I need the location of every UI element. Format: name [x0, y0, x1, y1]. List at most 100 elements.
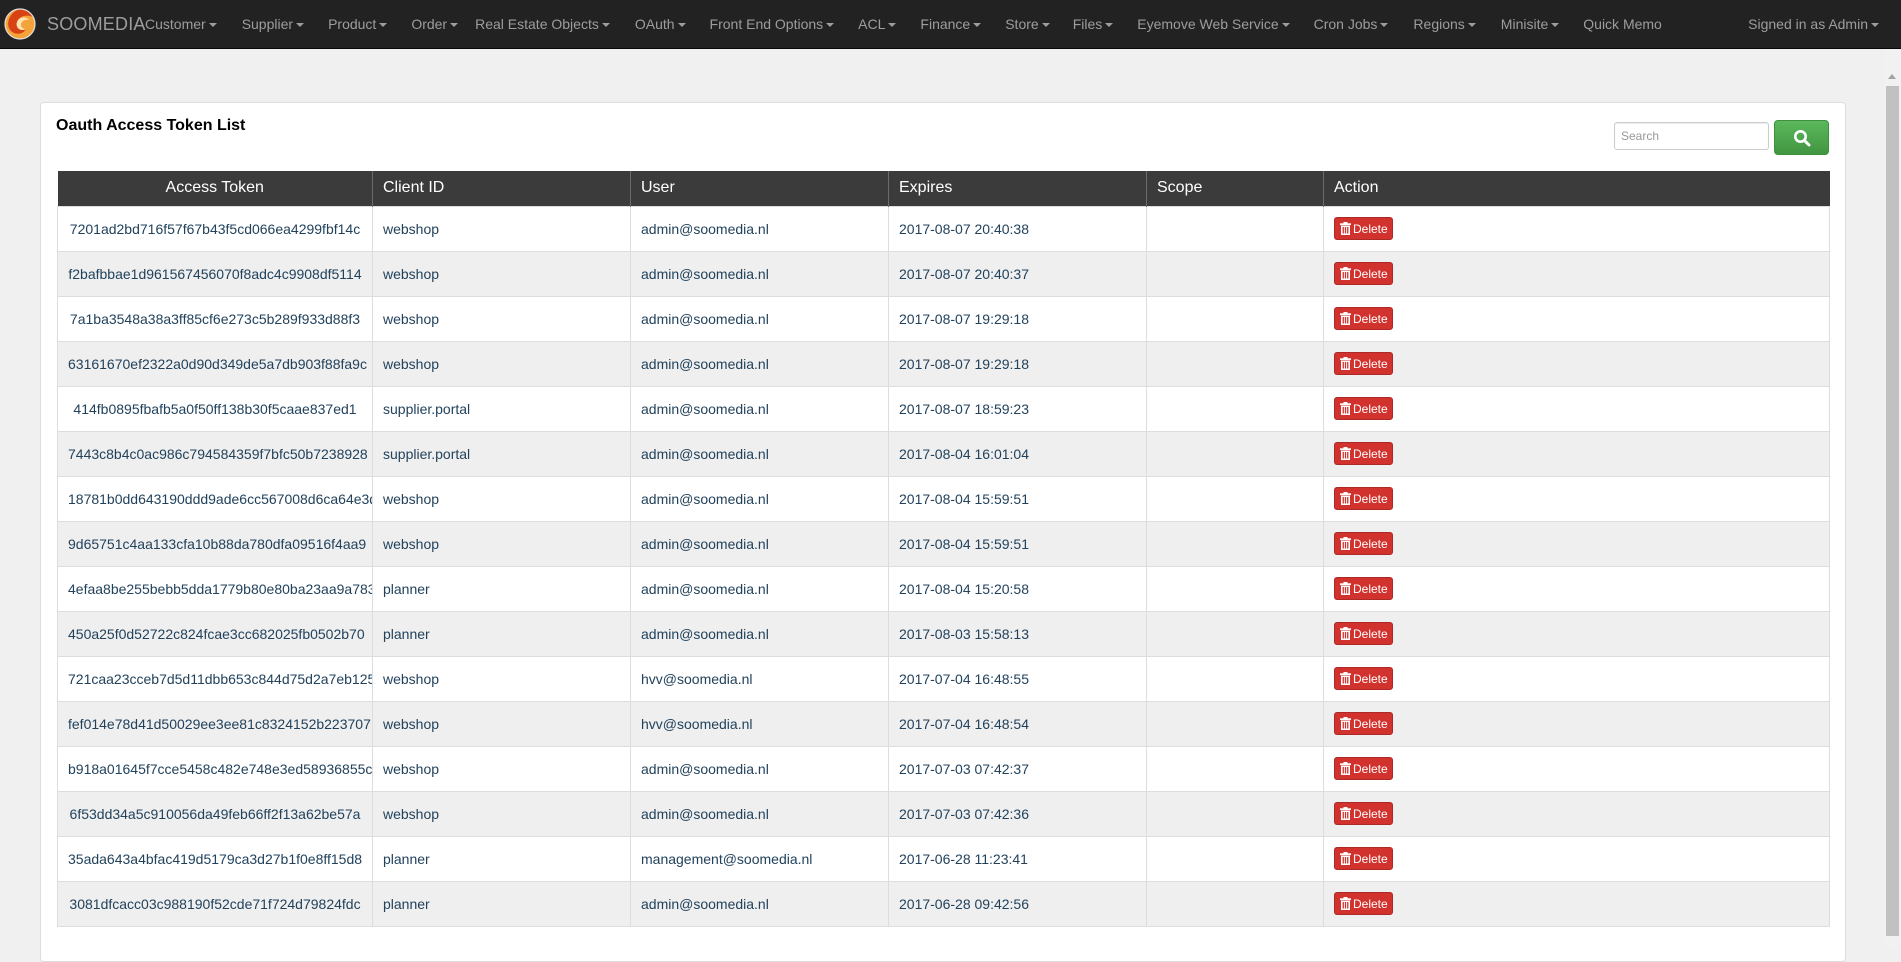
nav-item-label: ACL [858, 16, 886, 32]
cell-expires: 2017-08-07 20:40:38 [888, 205, 1147, 252]
cell-client-id: webshop [372, 475, 631, 522]
delete-label: Delete [1353, 851, 1388, 866]
nav-item-quick-memo[interactable]: Quick Memo [1583, 16, 1662, 32]
delete-label: Delete [1353, 536, 1388, 551]
delete-button[interactable]: Delete [1334, 532, 1393, 555]
cell-scope [1146, 520, 1324, 567]
cell-scope [1146, 295, 1324, 342]
trash-icon [1340, 222, 1351, 235]
delete-button[interactable]: Delete [1334, 712, 1393, 735]
delete-label: Delete [1353, 716, 1388, 731]
table-row: 7201ad2bd716f57f67b43f5cd066ea4299fbf14c… [57, 205, 1830, 252]
table-row: 35ada643a4bfac419d5179ca3d27b1f0e8ff15d8… [57, 835, 1830, 882]
nav-item-cron-jobs[interactable]: Cron Jobs [1314, 16, 1389, 32]
search-button[interactable] [1774, 120, 1829, 155]
cell-scope [1146, 610, 1324, 657]
nav-item-real-estate-objects[interactable]: Real Estate Objects [475, 16, 610, 32]
delete-button[interactable]: Delete [1334, 397, 1393, 420]
scrollbar-thumb[interactable] [1886, 86, 1899, 936]
delete-button[interactable]: Delete [1334, 262, 1393, 285]
delete-button[interactable]: Delete [1334, 217, 1393, 240]
chevron-down-icon [296, 23, 305, 27]
delete-button[interactable]: Delete [1334, 487, 1393, 510]
cell-access-token: b918a01645f7cce5458c482e748e3ed58936855c [57, 745, 373, 792]
cell-scope [1146, 475, 1324, 522]
delete-label: Delete [1353, 581, 1388, 596]
cell-action: Delete [1323, 430, 1830, 477]
trash-icon [1340, 402, 1351, 415]
cell-expires: 2017-06-28 11:23:41 [888, 835, 1147, 882]
delete-label: Delete [1353, 401, 1388, 416]
chevron-down-icon [677, 23, 686, 27]
delete-button[interactable]: Delete [1334, 847, 1393, 870]
cell-user: management@soomedia.nl [630, 835, 889, 882]
brand-link[interactable]: SOOMEDIA [4, 6, 146, 42]
cell-scope [1146, 430, 1324, 477]
trash-icon [1340, 717, 1351, 730]
cell-expires: 2017-07-04 16:48:54 [888, 700, 1147, 747]
delete-label: Delete [1353, 626, 1388, 641]
cell-action: Delete [1323, 385, 1830, 432]
trash-icon [1340, 627, 1351, 640]
cell-action: Delete [1323, 340, 1830, 387]
nav-item-store[interactable]: Store [1005, 16, 1050, 32]
trash-icon [1340, 762, 1351, 775]
nav-item-product[interactable]: Product [328, 16, 388, 32]
column-header-action: Action [1323, 171, 1830, 206]
column-header-access-token[interactable]: Access Token [57, 171, 373, 206]
delete-button[interactable]: Delete [1334, 667, 1393, 690]
column-header-expires[interactable]: Expires [888, 171, 1147, 206]
nav-item-front-end-options[interactable]: Front End Options [710, 16, 835, 32]
nav-item-customer[interactable]: Customer [145, 16, 217, 32]
nav-item-supplier[interactable]: Supplier [242, 16, 305, 32]
chevron-down-icon [208, 23, 217, 27]
column-header-scope[interactable]: Scope [1146, 171, 1324, 206]
cell-access-token: 414fb0895fbafb5a0f50ff138b30f5caae837ed1 [57, 385, 373, 432]
cell-action: Delete [1323, 205, 1830, 252]
column-header-client-id[interactable]: Client ID [372, 171, 631, 206]
nav-item-files[interactable]: Files [1073, 16, 1114, 32]
nav-item-finance[interactable]: Finance [920, 16, 982, 32]
cell-scope [1146, 565, 1324, 612]
cell-user: admin@soomedia.nl [630, 610, 889, 657]
delete-button[interactable]: Delete [1334, 802, 1393, 825]
trash-icon [1340, 672, 1351, 685]
cell-client-id: planner [372, 610, 631, 657]
nav-item-oauth[interactable]: OAuth [635, 16, 686, 32]
nav-item-minisite[interactable]: Minisite [1501, 16, 1560, 32]
trash-icon [1340, 582, 1351, 595]
cell-client-id: supplier.portal [372, 385, 631, 432]
chevron-down-icon [973, 23, 982, 27]
column-header-user[interactable]: User [630, 171, 889, 206]
table-row: f2bafbbae1d961567456070f8adc4c9908df5114… [57, 250, 1830, 297]
delete-button[interactable]: Delete [1334, 757, 1393, 780]
cell-action: Delete [1323, 610, 1830, 657]
nav-item-eyemove-web-service[interactable]: Eyemove Web Service [1137, 16, 1290, 32]
search-input[interactable] [1614, 122, 1769, 150]
cell-client-id: supplier.portal [372, 430, 631, 477]
chevron-down-icon [1041, 23, 1050, 27]
delete-label: Delete [1353, 491, 1388, 506]
signed-in-menu[interactable]: Signed in as Admin [1748, 0, 1879, 48]
delete-button[interactable]: Delete [1334, 442, 1393, 465]
delete-button[interactable]: Delete [1334, 577, 1393, 600]
page-scrollbar[interactable] [1884, 49, 1901, 948]
delete-button[interactable]: Delete [1334, 622, 1393, 645]
main-menu: Customer Supplier Product Order Real Estate … [145, 0, 1662, 48]
chevron-down-icon [1871, 23, 1879, 27]
delete-button[interactable]: Delete [1334, 352, 1393, 375]
nav-item-regions[interactable]: Regions [1413, 16, 1476, 32]
nav-item-order[interactable]: Order [411, 16, 459, 32]
nav-item-acl[interactable]: ACL [858, 16, 897, 32]
delete-button[interactable]: Delete [1334, 307, 1393, 330]
scroll-up-arrow-icon[interactable] [1888, 74, 1896, 79]
table-row: 6f53dd34a5c910056da49feb66ff2f13a62be57a… [57, 790, 1830, 837]
cell-access-token: 450a25f0d52722c824fcae3cc682025fb0502b70 [57, 610, 373, 657]
cell-action: Delete [1323, 475, 1830, 522]
delete-button[interactable]: Delete [1334, 892, 1393, 915]
cell-scope [1146, 880, 1324, 927]
chevron-down-icon [601, 23, 610, 27]
cell-user: admin@soomedia.nl [630, 745, 889, 792]
chevron-down-icon [1467, 23, 1476, 27]
delete-label: Delete [1353, 896, 1388, 911]
